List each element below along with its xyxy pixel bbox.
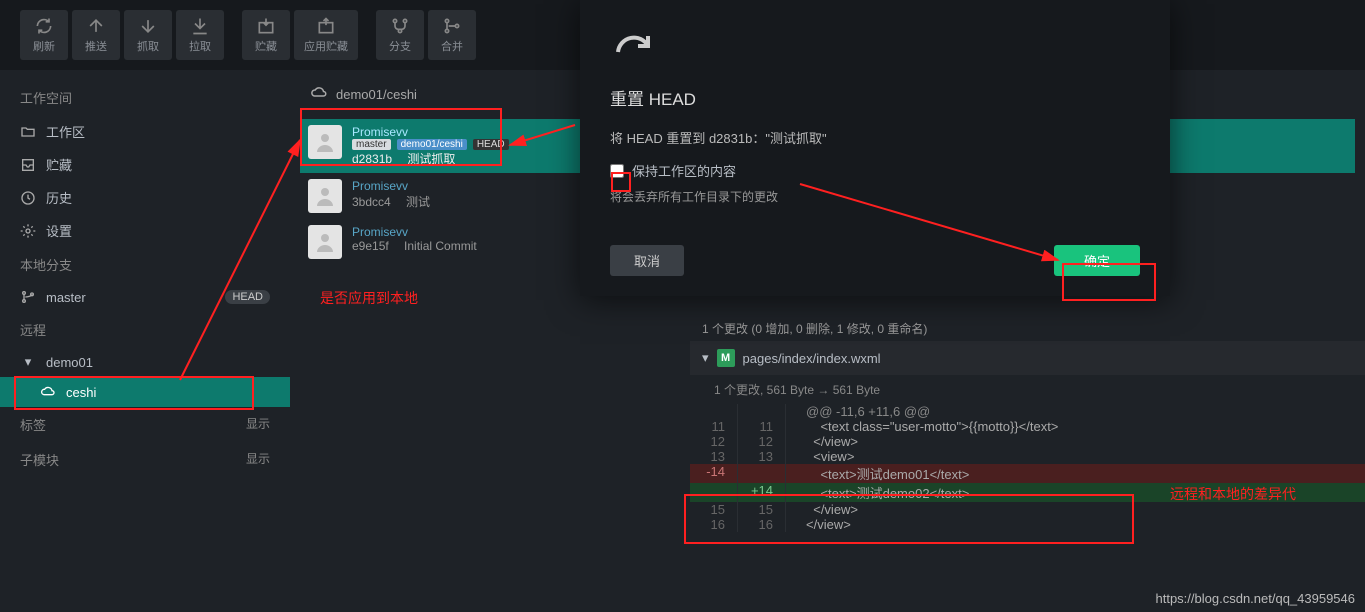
code-line: </view> <box>786 502 1365 517</box>
commit-hash: e9e15f <box>352 239 389 253</box>
apply-stash-button[interactable]: 应用贮藏 <box>294 10 358 60</box>
branch-icon <box>20 289 36 305</box>
branch-button[interactable]: 分支 <box>376 10 424 60</box>
workspace-section-title: 工作空间 <box>0 80 290 115</box>
breadcrumb-path: demo01/ceshi <box>336 87 417 102</box>
cancel-button[interactable]: 取消 <box>610 245 684 276</box>
show-submodule-link[interactable]: 显示 <box>246 450 270 469</box>
stash-button[interactable]: 贮藏 <box>242 10 290 60</box>
ok-button[interactable]: 确定 <box>1054 245 1140 276</box>
sidebar-item-master[interactable]: masterHEAD <box>0 282 290 312</box>
folder-icon <box>20 124 36 140</box>
annotation-text: 是否应用到本地 <box>320 288 418 308</box>
merge-button[interactable]: 合并 <box>428 10 476 60</box>
watermark: https://blog.csdn.net/qq_43959546 <box>1156 591 1356 606</box>
inbox-icon <box>20 157 36 173</box>
chevron-down-icon: ▾ <box>20 354 36 370</box>
sidebar-item-settings[interactable]: 设置 <box>0 214 290 247</box>
sidebar-item-workspace[interactable]: 工作区 <box>0 115 290 148</box>
dialog-subtitle: 将 HEAD 重置到 d2831b："测试抓取" <box>610 128 1140 147</box>
fetch-button[interactable]: 抓取 <box>124 10 172 60</box>
avatar <box>308 179 342 213</box>
keep-workspace-check[interactable]: 保持工作区的内容 <box>610 161 1140 180</box>
code-line-deleted: <text>测试demo01</text> <box>786 464 1365 483</box>
pull-button[interactable]: 拉取 <box>176 10 224 60</box>
diff-summary: 1 个更改 (0 增加, 0 删除, 1 修改, 0 重命名) <box>690 316 1365 341</box>
show-tags-link[interactable]: 显示 <box>246 415 270 434</box>
code-line: </view> <box>786 517 1365 532</box>
commit-msg: Initial Commit <box>404 239 477 253</box>
annotation-text: 远程和本地的差异代 <box>1170 484 1296 504</box>
head-badge: HEAD <box>225 290 270 304</box>
tag-remote: demo01/ceshi <box>397 139 467 150</box>
hunk-header: @@ -11,6 +11,6 @@ <box>786 404 1365 419</box>
sidebar: 工作空间 工作区 贮藏 历史 设置 本地分支 masterHEAD 远程 ▾de… <box>0 70 290 612</box>
local-branch-title: 本地分支 <box>0 247 290 282</box>
code-line: <text class="user-motto">{{motto}}</text… <box>786 419 1365 434</box>
diff-meta: 1 个更改, 561 Byte → 561 Byte <box>690 375 1365 404</box>
sidebar-item-ceshi[interactable]: ceshi <box>0 377 290 407</box>
commit-hash: 3bdcc4 <box>352 195 391 209</box>
sidebar-item-remote[interactable]: ▾demo01 <box>0 347 290 377</box>
sidebar-item-stash[interactable]: 贮藏 <box>0 148 290 181</box>
diff-panel: 1 个更改 (0 增加, 0 删除, 1 修改, 0 重命名) ▾ M page… <box>690 316 1365 612</box>
tag-head: HEAD <box>473 139 509 150</box>
reset-head-dialog: 重置 HEAD 将 HEAD 重置到 d2831b："测试抓取" 保持工作区的内… <box>580 0 1170 296</box>
avatar <box>308 125 342 159</box>
cloud-icon <box>40 384 56 400</box>
refresh-button[interactable]: 刷新 <box>20 10 68 60</box>
dialog-title: 重置 HEAD <box>610 85 1140 110</box>
dialog-warning: 将会丢弃所有工作目录下的更改 <box>610 188 1140 205</box>
modified-badge: M <box>717 349 735 367</box>
avatar <box>308 225 342 259</box>
commit-msg: 测试 <box>406 193 430 210</box>
history-icon <box>20 190 36 206</box>
commit-hash: d2831b <box>352 152 392 166</box>
code-line: <view> <box>786 449 1365 464</box>
cloud-icon <box>310 84 328 105</box>
diff-file-header[interactable]: ▾ M pages/index/index.wxml <box>690 341 1365 375</box>
sidebar-item-history[interactable]: 历史 <box>0 181 290 214</box>
remote-title: 远程 <box>0 312 290 347</box>
chevron-down-icon: ▾ <box>702 350 709 366</box>
keep-workspace-checkbox[interactable] <box>610 164 624 178</box>
tag-master: master <box>352 139 391 150</box>
gear-icon <box>20 223 36 239</box>
push-button[interactable]: 推送 <box>72 10 120 60</box>
diff-table: @@ -11,6 +11,6 @@ 1111 <text class="user… <box>690 404 1365 532</box>
reset-icon <box>610 30 1140 71</box>
commit-msg: 测试抓取 <box>407 150 455 167</box>
tags-section: 标签显示 <box>0 407 290 442</box>
submodule-section: 子模块显示 <box>0 442 290 477</box>
file-path: pages/index/index.wxml <box>743 351 881 366</box>
code-line: </view> <box>786 434 1365 449</box>
